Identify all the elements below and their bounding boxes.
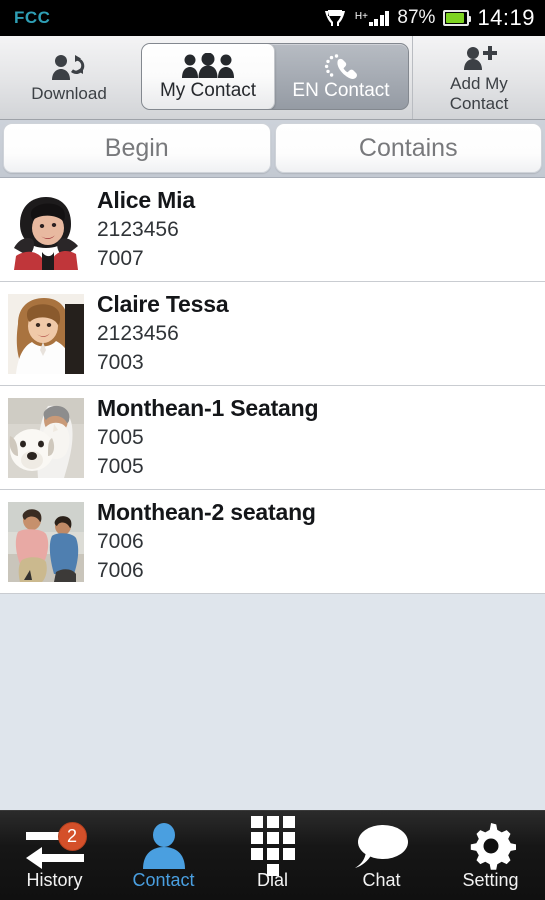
contact-name: Claire Tessa xyxy=(97,291,229,318)
filter-begin-button[interactable]: Begin xyxy=(3,123,271,173)
top-toolbar: Download My Contact EN Contact Add My Co… xyxy=(0,36,545,120)
nav-item-history-label: History xyxy=(26,869,83,890)
phone-screen: FCC H+ 87% 14:19 Download My Contact EN … xyxy=(0,0,545,900)
table-row[interactable]: Monthean-2 seatang 7006 7006 xyxy=(0,490,545,594)
filter-contains-button[interactable]: Contains xyxy=(274,123,542,173)
tab-en-contact[interactable]: EN Contact xyxy=(274,44,408,109)
avatar xyxy=(8,293,84,374)
contact-extension: 7003 xyxy=(97,350,144,374)
add-person-icon xyxy=(460,43,498,71)
search-mode-row: Begin Contains xyxy=(0,120,545,178)
battery-percent-label: 87% xyxy=(397,7,436,28)
avatar xyxy=(8,189,84,270)
group-people-icon xyxy=(180,52,236,79)
nav-item-setting-label: Setting xyxy=(462,869,519,890)
tab-my-contact-label: My Contact xyxy=(159,79,257,101)
nav-item-contact-label: Contact xyxy=(132,869,195,890)
table-row[interactable]: Claire Tessa 2123456 7003 xyxy=(0,282,545,386)
table-row[interactable]: Monthean-1 Seatang 7005 7005 xyxy=(0,386,545,490)
status-bar-icons: H+ 87% 14:19 xyxy=(323,5,535,31)
download-label: Download xyxy=(31,83,107,103)
clock-label: 14:19 xyxy=(477,5,535,30)
contact-source-segmented-control: My Contact EN Contact xyxy=(141,43,409,110)
battery-icon xyxy=(443,10,472,26)
contact-extension: 7006 xyxy=(97,558,144,582)
nav-item-history[interactable]: 2 History xyxy=(0,811,109,900)
contact-info: Alice Mia 2123456 7007 xyxy=(97,186,195,272)
contact-phone: 2123456 xyxy=(97,218,179,242)
person-icon xyxy=(140,821,188,871)
bottom-navigation-bar: 2 History Contact Dial Chat Setting xyxy=(0,810,545,900)
status-bar: FCC H+ 87% 14:19 xyxy=(0,0,545,36)
dialpad-icon xyxy=(250,815,295,876)
contact-name: Monthean-1 Seatang xyxy=(97,395,319,422)
contact-info: Monthean-1 Seatang 7005 7005 xyxy=(97,394,319,480)
carrier-label: FCC xyxy=(14,8,51,27)
phone-handset-icon xyxy=(324,52,358,79)
filter-begin-label: Begin xyxy=(104,133,169,162)
contact-info: Claire Tessa 2123456 7003 xyxy=(97,290,229,376)
tab-en-contact-label: EN Contact xyxy=(292,79,390,101)
exchange-arrows-icon: 2 xyxy=(22,821,88,871)
download-contacts-icon xyxy=(48,53,90,81)
history-badge: 2 xyxy=(57,821,87,851)
vpn-icon xyxy=(323,8,347,28)
filter-contains-label: Contains xyxy=(358,133,458,162)
avatar xyxy=(8,501,84,582)
contact-name: Monthean-2 seatang xyxy=(97,499,316,526)
nav-item-chat-label: Chat xyxy=(362,869,401,890)
nav-item-chat[interactable]: Chat xyxy=(327,811,436,900)
speech-bubble-icon xyxy=(352,821,412,871)
contact-info: Monthean-2 seatang 7006 7006 xyxy=(97,498,316,584)
gear-icon xyxy=(466,821,516,871)
add-my-contact-label-line2: Contact xyxy=(449,93,509,113)
contact-phone: 7005 xyxy=(97,426,144,450)
avatar xyxy=(8,397,84,478)
network-type-label: H+ xyxy=(354,10,368,22)
nav-item-setting[interactable]: Setting xyxy=(436,811,545,900)
signal-bars-icon: H+ xyxy=(354,10,390,26)
contact-extension: 7007 xyxy=(97,246,144,270)
contact-name: Alice Mia xyxy=(97,187,195,214)
contact-list[interactable]: Alice Mia 2123456 7007 Claire Tessa 2123… xyxy=(0,178,545,810)
table-row[interactable]: Alice Mia 2123456 7007 xyxy=(0,178,545,282)
nav-item-contact[interactable]: Contact xyxy=(109,811,218,900)
add-my-contact-button[interactable]: Add My Contact xyxy=(412,36,545,119)
contact-phone: 2123456 xyxy=(97,322,179,346)
tab-my-contact[interactable]: My Contact xyxy=(142,44,275,109)
download-button[interactable]: Download xyxy=(0,36,138,119)
contact-phone: 7006 xyxy=(97,530,144,554)
nav-item-dial[interactable]: Dial xyxy=(218,811,327,900)
add-my-contact-label-line1: Add My xyxy=(450,74,508,94)
contact-extension: 7005 xyxy=(97,454,144,478)
